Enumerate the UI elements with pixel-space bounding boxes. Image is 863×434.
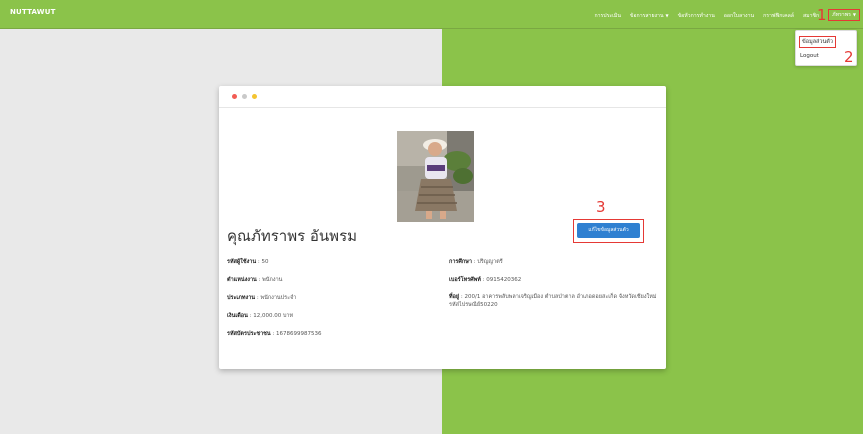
field-salary: เงินเดือน : 12,000.00 บาท (227, 313, 294, 319)
chevron-down-icon: ▼ (665, 13, 669, 18)
brand-logo[interactable]: NUTTAWUT (10, 8, 56, 16)
nav-link-leave[interactable]: ออกใบลางาน (724, 12, 754, 20)
field-salary-value: 12,000.00 บาท (253, 313, 294, 319)
field-phone-value: 0915420362 (486, 277, 522, 283)
nav-link-evaluation[interactable]: การประเมิน (594, 12, 620, 20)
field-citizen-id-value: 1678699987536 (276, 331, 322, 337)
nav-link-workline-label: ข้อการสายงาน (629, 13, 664, 19)
field-education-label: การศึกษา (449, 259, 472, 265)
annotation-1: 1 (817, 6, 827, 24)
field-work-type: ประเภทงาน : พนักงานประจำ (227, 295, 297, 301)
field-employee-id: รหัสผู้ใช้งาน : 50 (227, 259, 269, 265)
annotation-2: 2 (844, 48, 854, 66)
nav-link-workline[interactable]: ข้อการสายงาน ▼ (630, 12, 669, 20)
top-navbar: NUTTAWUT การประเมิน ข้อการสายงาน ▼ ข้อหัว… (0, 0, 863, 29)
field-citizen-id-label: รหัสบัตรประชาชน (227, 331, 271, 337)
window-dot-yellow (252, 94, 257, 99)
edit-profile-button[interactable]: แก้ไขข้อมูลส่วนตัว (577, 223, 640, 238)
profile-card: คุณภัทราพร อันพรม แก้ไขข้อมูลส่วนตัว รหั… (219, 86, 666, 369)
field-salary-label: เงินเดือน (227, 313, 248, 319)
field-work-type-label: ประเภทงาน (227, 295, 256, 301)
field-position: ตำแหน่งงาน : พนักงาน (227, 277, 283, 283)
annotation-3: 3 (596, 198, 606, 216)
field-address: ที่อยู่ : 200/1 อาคารพลับพลาเจริญเมือง ต… (449, 294, 657, 308)
user-menu-label: ภัทราพร (832, 12, 851, 18)
field-phone: เบอร์โทรศัพท์ : 0915420362 (449, 277, 522, 283)
field-address-label: ที่อยู่ (449, 294, 460, 300)
field-education: การศึกษา : ปริญญาตรี (449, 259, 503, 265)
field-position-value: พนักงาน (262, 277, 283, 283)
user-menu[interactable]: ภัทราพร ▼ (828, 9, 860, 21)
window-dot-red (232, 94, 237, 99)
dropdown-profile-item[interactable]: ข้อมูลส่วนตัว (799, 36, 836, 48)
field-work-type-value: พนักงานประจำ (260, 295, 297, 301)
field-education-value: ปริญญาตรี (477, 259, 503, 265)
field-employee-id-label: รหัสผู้ใช้งาน (227, 259, 257, 265)
nav-link-work-topics[interactable]: ข้อหัวการทำงาน (678, 12, 715, 20)
profile-name: คุณภัทราพร อันพรม (227, 227, 358, 245)
nav-link-graphs[interactable]: กราฟฟิกเคลล์ (763, 12, 794, 20)
dropdown-logout-item[interactable]: Logout (800, 53, 819, 59)
profile-photo (397, 131, 474, 222)
chevron-down-icon: ▼ (852, 12, 856, 17)
card-header (219, 86, 666, 108)
field-phone-label: เบอร์โทรศัพท์ (449, 277, 481, 283)
field-position-label: ตำแหน่งงาน (227, 277, 257, 283)
field-citizen-id: รหัสบัตรประชาชน : 1678699987536 (227, 331, 322, 337)
field-employee-id-value: 50 (261, 259, 269, 265)
window-dot-gray (242, 94, 247, 99)
field-address-value: 200/1 อาคารพลับพลาเจริญเมือง ตำบลป่าตาล … (449, 294, 657, 308)
